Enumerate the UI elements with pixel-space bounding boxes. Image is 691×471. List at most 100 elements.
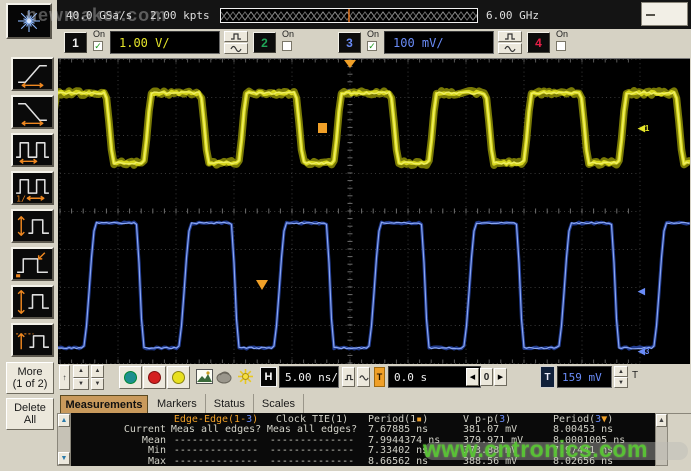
bandwidth-readout: 6.00 GHz [486, 9, 539, 22]
channel-control-bar: 1 On ✓ 1.00 V/ 2 On 3 On ✓ 100 mV/ 4 On [57, 29, 691, 58]
trigger-tag-label: T [377, 372, 383, 382]
measure-fall-time-button[interactable]: .w{stroke:#e0e0e0;stroke-width:1.5;fill:… [11, 95, 54, 129]
overshoot-icon: .w{stroke:#e0e0e0;stroke-width:1.5;fill:… [13, 249, 52, 279]
down-icon: ▼ [61, 455, 68, 462]
channel-3-button[interactable]: 3 [338, 32, 361, 53]
hzoom-in-button[interactable] [357, 367, 370, 387]
scroll-up-button[interactable]: ▲ [58, 414, 70, 427]
measurement-marker-triangle[interactable] [256, 280, 268, 290]
measure-v-pp-button[interactable]: .w{stroke:#e0e0e0;stroke-width:1.5;fill:… [11, 285, 54, 319]
pad2-down-button[interactable]: ▼ [91, 378, 104, 391]
square-wave-icon [229, 32, 243, 41]
trigger-level-field[interactable]: 159 mV [557, 366, 612, 388]
wide-wave-icon [359, 373, 369, 382]
channel-3-on-label: On [367, 29, 379, 39]
down-icon: ▼ [618, 380, 624, 386]
trigger-button-label: T [544, 372, 550, 383]
measurement-marker-square[interactable] [318, 123, 327, 133]
position-pad-right: ▲ ▼ [91, 365, 104, 390]
scroll-down-button[interactable]: ▼ [58, 452, 70, 465]
channel-1-scale-value: 1.00 V/ [111, 36, 170, 50]
channel-3-label: 3 [346, 36, 353, 50]
channel-3-impedance-button[interactable] [498, 43, 522, 54]
delay-zero-button[interactable]: 0 [480, 368, 493, 386]
down-icon: ▼ [78, 381, 84, 387]
measurement-value: 8.00453 ns [547, 425, 647, 435]
waveform-display: ◀1 ◀ ◀3 [58, 58, 690, 364]
measurement-row-label: Max [71, 457, 170, 466]
up-icon: ▲ [658, 417, 665, 424]
tab-status[interactable]: Status [206, 394, 254, 413]
tab-markers[interactable]: Markers [149, 394, 206, 413]
tab-measurements[interactable]: Measurements [60, 395, 148, 414]
measure-overshoot-button[interactable]: .w{stroke:#e0e0e0;stroke-width:1.5;fill:… [11, 247, 54, 281]
measure-v-amplitude-button[interactable]: .w{stroke:#e0e0e0;stroke-width:1.5;fill:… [11, 209, 54, 243]
channel-1-on-checkbox[interactable]: ✓ [93, 41, 103, 51]
touch-button[interactable] [216, 369, 233, 384]
channel-1-coupling-button[interactable] [224, 31, 248, 42]
watermark-bottom: www.cntronics.com [423, 436, 648, 463]
channel-3-coupling-button[interactable] [498, 31, 522, 42]
pad-up-button[interactable]: ▲ [73, 365, 89, 378]
channel-1-impedance-button[interactable] [224, 43, 248, 54]
pad2-up-button[interactable]: ▲ [91, 365, 104, 378]
pad-down-button[interactable]: ▼ [73, 378, 89, 391]
trigger-level-marker[interactable]: ◀ [638, 287, 645, 296]
delay-decrement-button[interactable]: ◀ [466, 368, 479, 386]
measure-v-top-button[interactable]: .w{stroke:#e0e0e0;stroke-width:1.5;fill:… [11, 323, 54, 357]
up-arrow-icon: ↑ [63, 373, 67, 382]
marker-c-button[interactable] [167, 366, 190, 389]
period-icon: .w{stroke:#e0e0e0;stroke-width:1.5;fill:… [13, 135, 52, 165]
measure-rise-time-button[interactable]: .w{stroke:#e0e0e0;stroke-width:1.5;fill:… [11, 57, 54, 91]
measurement-value: 7.67885 ns [362, 425, 457, 435]
up-icon: ▲ [78, 368, 84, 374]
level-up-button[interactable]: ▲ [614, 366, 628, 377]
trigger-menu-button[interactable]: T [540, 366, 555, 388]
measurement-row: CurrentMeas all edges?Meas all edges?7.6… [71, 425, 655, 436]
timebase-field[interactable]: 5.00 ns/ [279, 366, 339, 388]
channel-4-button[interactable]: 4 [527, 32, 550, 53]
channel-2-on-checkbox[interactable] [282, 41, 292, 51]
more-measurements-button[interactable]: More (1 of 2) [6, 362, 54, 394]
delete-all-button[interactable]: Delete All [6, 398, 54, 430]
position-up-button[interactable]: ↑ [59, 365, 70, 390]
v-amplitude-icon: .w{stroke:#e0e0e0;stroke-width:1.5;fill:… [13, 211, 52, 241]
channel-1-ground-marker[interactable]: ◀1 [638, 124, 649, 133]
channel-3-scale-field[interactable]: 100 mV/ [384, 31, 494, 54]
channel-1-button[interactable]: 1 [64, 32, 87, 53]
display-settings-button[interactable] [237, 368, 254, 385]
channel-3-ground-marker[interactable]: ◀3 [638, 347, 649, 356]
down-icon: ▼ [95, 381, 101, 387]
screen-capture-button[interactable] [196, 369, 213, 384]
measurement-value: -------------- [262, 436, 362, 446]
yellow-circle-icon [172, 371, 185, 384]
watermark-top: newmaker.com [26, 5, 167, 26]
tab-scales[interactable]: Scales [254, 394, 304, 413]
hzoom-out-button[interactable] [342, 367, 355, 387]
delay-increment-button[interactable]: ▶ [494, 368, 507, 386]
trigger-position-tag[interactable]: T [374, 367, 385, 387]
horizontal-toolbar: ↑ ▲ ▼ ▲ ▼ H 5.00 ns/ T [57, 363, 691, 394]
sine-wave-icon [503, 44, 517, 53]
measure-frequency-button[interactable]: .w{stroke:#e0e0e0;stroke-width:1.5;fill:… [11, 171, 54, 205]
delete-all-label: Delete All [14, 402, 46, 426]
channel-3-on-checkbox[interactable]: ✓ [367, 41, 377, 51]
slider-dash-icon [646, 14, 655, 16]
measure-period-button[interactable]: .w{stroke:#e0e0e0;stroke-width:1.5;fill:… [11, 133, 54, 167]
level-down-button[interactable]: ▼ [614, 377, 628, 388]
channel-1-scale-field[interactable]: 1.00 V/ [110, 31, 220, 54]
topbar-slider-button[interactable] [641, 2, 688, 26]
marker-b-button[interactable] [143, 366, 166, 389]
scroll-track[interactable] [58, 427, 70, 452]
scroll-up-button-right[interactable]: ▲ [656, 414, 667, 427]
horizontal-menu-button[interactable]: H [260, 367, 277, 387]
acquisition-timeline[interactable] [220, 8, 478, 23]
svg-text:1/: 1/ [16, 193, 26, 203]
channel-4-on-checkbox[interactable] [556, 41, 566, 51]
channel-2-button[interactable]: 2 [253, 32, 276, 53]
channel-4-label: 4 [535, 36, 542, 50]
sun-icon [237, 368, 254, 385]
trigger-suffix-label: T [632, 370, 638, 381]
marker-a-button[interactable] [119, 366, 142, 389]
channel-3-scale-value: 100 mV/ [385, 36, 444, 50]
